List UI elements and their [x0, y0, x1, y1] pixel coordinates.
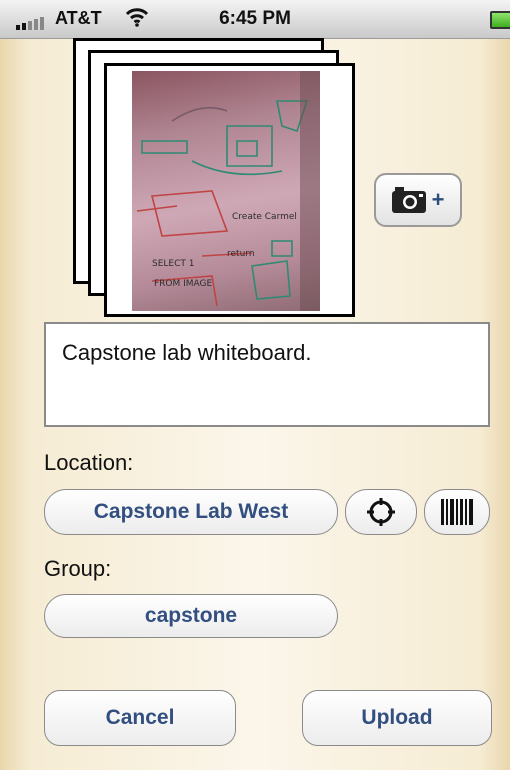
crosshair-icon — [367, 498, 395, 526]
svg-text:SELECT 1: SELECT 1 — [152, 259, 194, 269]
location-label: Location: — [44, 450, 134, 475]
status-time: 6:45 PM — [219, 8, 291, 29]
plus-icon: + — [431, 187, 445, 212]
photo-stack[interactable]: Create Carmel return SELECT 1 FROM IMAGE — [70, 38, 360, 317]
svg-text:Create Carmel: Create Carmel — [232, 212, 297, 222]
svg-text:FROM IMAGE: FROM IMAGE — [154, 279, 213, 289]
status-bar: AT&T 6:45 PM — [0, 0, 510, 39]
whiteboard-photo: Create Carmel return SELECT 1 FROM IMAGE — [132, 71, 320, 311]
cancel-button[interactable]: Cancel — [44, 690, 236, 746]
location-select[interactable]: Capstone Lab West — [44, 489, 338, 535]
group-select[interactable]: capstone — [44, 594, 338, 638]
camera-icon — [391, 187, 426, 213]
upload-button[interactable]: Upload — [302, 690, 492, 746]
group-label: Group: — [44, 556, 112, 581]
locate-me-button[interactable] — [345, 489, 417, 535]
caption-field[interactable]: Capstone lab whiteboard. — [44, 322, 490, 427]
svg-text:return: return — [227, 249, 255, 259]
battery-icon — [490, 11, 510, 29]
add-photo-button[interactable]: + — [374, 173, 462, 227]
scan-barcode-button[interactable] — [424, 489, 490, 535]
barcode-icon — [441, 499, 473, 525]
